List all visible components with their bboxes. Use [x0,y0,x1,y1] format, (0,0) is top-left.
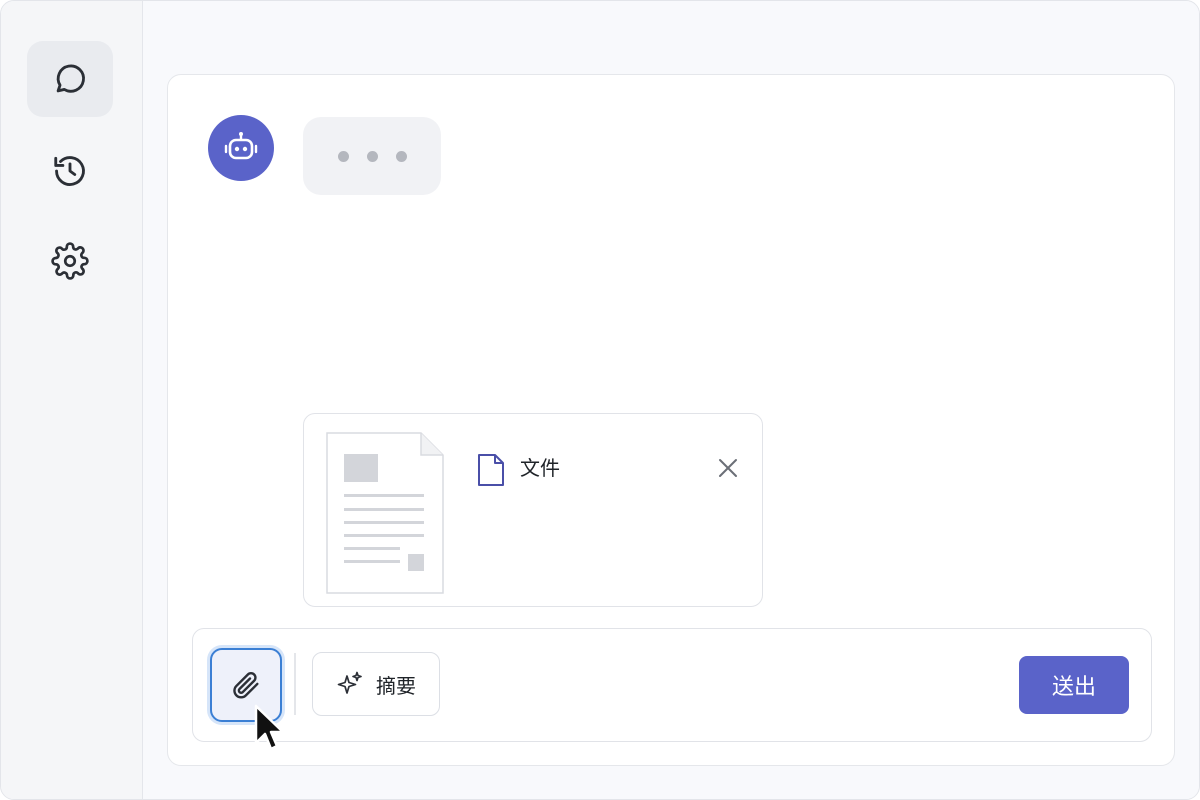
document-preview [326,432,444,594]
paperclip-icon [233,671,259,699]
mouse-pointer-icon [254,704,285,751]
message-composer: 摘要 送出 [192,628,1152,742]
chat-panel: 文件 摘要 送出 [167,74,1175,766]
sidebar [1,1,143,799]
close-icon [719,459,737,477]
app-window: 文件 摘要 送出 [0,0,1200,800]
sidebar-item-settings[interactable] [27,223,113,299]
robot-icon [224,132,258,160]
summary-button[interactable]: 摘要 [312,652,440,716]
summary-button-label: 摘要 [376,673,416,698]
send-button[interactable]: 送出 [1019,656,1129,714]
chat-bubble-icon [56,64,85,93]
main-area: 文件 摘要 送出 [143,1,1199,799]
gear-icon [51,242,89,280]
typing-indicator [303,117,441,195]
attachment-file-name: 文件 [520,456,560,480]
attachment-card: 文件 [303,413,763,607]
remove-attachment-button[interactable] [714,454,742,482]
typing-dot [337,150,349,162]
sparkles-icon [337,671,362,694]
sidebar-item-history[interactable] [27,133,113,209]
typing-dot [395,150,407,162]
file-icon [478,454,504,486]
history-icon [54,156,85,186]
sidebar-item-chat[interactable] [27,41,113,117]
assistant-avatar [208,115,274,181]
typing-dot [366,150,378,162]
toolbar-divider [294,653,296,715]
